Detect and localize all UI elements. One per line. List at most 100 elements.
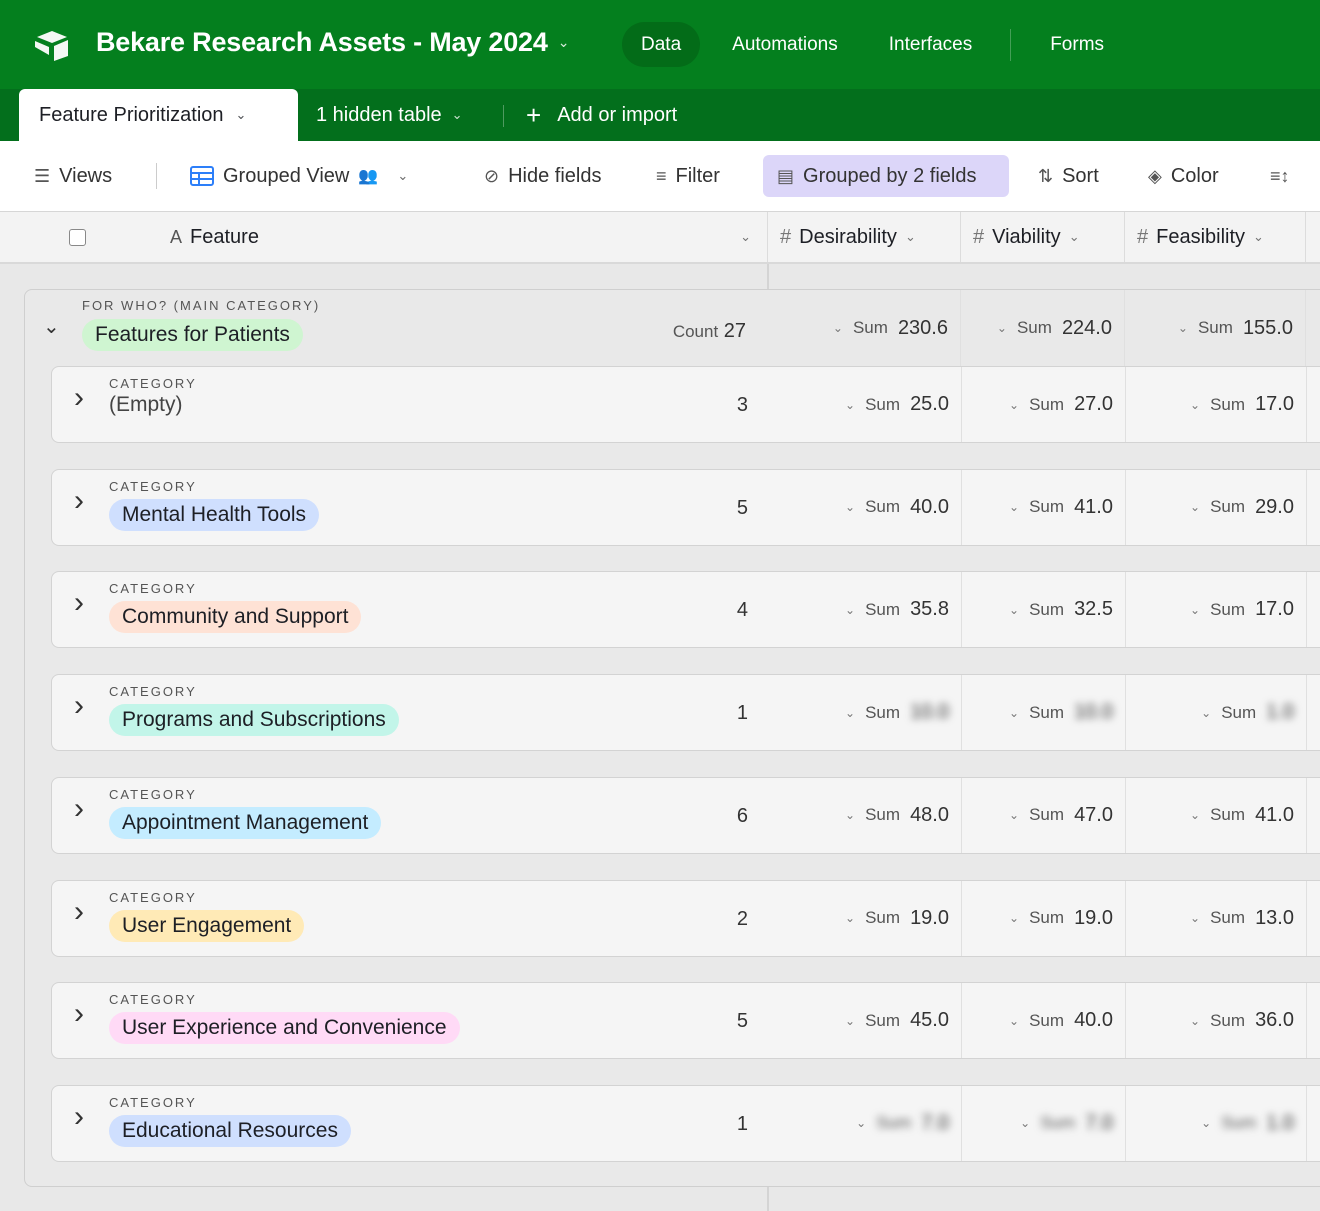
summary-cell-viability[interactable]: ⌄ Sum 47.0 — [962, 777, 1126, 853]
group-button[interactable]: ▤ Grouped by 2 fields — [763, 155, 1009, 197]
subgroup-row[interactable]: › CATEGORY Community and Support 4 ⌄ Sum 35.8 ⌄… — [51, 571, 1320, 649]
summary-label: Sum — [852, 318, 888, 337]
chevron-down-icon: ⌄ — [996, 321, 1007, 335]
group-count: Count 27 — [625, 320, 746, 343]
summary-label: Sum — [1029, 1010, 1065, 1030]
chevron-down-icon: ⌄ — [845, 397, 856, 412]
chevron-down-icon: ⌄ — [1009, 602, 1020, 617]
toolbar-divider — [156, 163, 157, 189]
grid-view-icon — [190, 166, 214, 186]
summary-cell-viability[interactable]: ⌄ Sum 27.0 — [962, 367, 1126, 442]
summary-value: 35.8 — [910, 598, 949, 621]
tab-feature-prioritization[interactable]: Feature Prioritization ⌄ — [19, 89, 298, 141]
subgroup-row[interactable]: › CATEGORY (Empty) 3 ⌄ Sum 25.0 ⌄ Sum 27.0 ⌄ Sum 17.… — [51, 366, 1320, 443]
add-or-import-button[interactable]: + Add or import — [526, 89, 677, 141]
summary-cell-viability[interactable]: ⌄ Sum 32.5 — [962, 572, 1126, 648]
select-all-checkbox[interactable] — [69, 229, 86, 246]
chevron-down-icon: ⌄ — [1020, 1116, 1031, 1131]
summary-value: 32.5 — [1074, 598, 1113, 621]
summary-cell-viability[interactable]: ⌄ Sum 19.0 — [962, 880, 1126, 956]
subgroup-row[interactable]: › CATEGORY User Engagement 2 ⌄ Sum 19.0 ⌄ Sum 19.… — [51, 879, 1320, 957]
summary-cell-desirability[interactable]: ⌄ Sum 45.0 — [769, 983, 962, 1059]
subgroup-summary-cells: ⌄ Sum 35.8 ⌄ Sum 32.5 ⌄ Sum 17.0 — [769, 572, 1320, 648]
summary-cell-viability[interactable]: ⌄ Sum 7.0 — [962, 1085, 1126, 1161]
subgroup-value: Community and Support — [109, 601, 362, 634]
chevron-right-icon[interactable]: › — [74, 997, 84, 1031]
subgroup-value: Educational Resources — [109, 1114, 351, 1147]
summary-label: Sum — [1029, 394, 1065, 414]
chevron-down-icon: ⌄ — [451, 107, 463, 122]
base-title[interactable]: Bekare Research Assets - May 2024 ⌄ — [96, 27, 569, 58]
summary-cell-viability[interactable]: ⌄ Sum 224.0 — [961, 290, 1125, 366]
nav-data[interactable]: Data — [622, 22, 701, 67]
chevron-down-icon: ⌄ — [1190, 500, 1201, 515]
subgroup-count: 4 — [736, 599, 748, 622]
summary-cell-feasibility[interactable]: ⌄ Sum 155.0 — [1125, 290, 1306, 366]
views-button[interactable]: ☰ Views — [20, 155, 126, 197]
column-header-feasibility[interactable]: # Feasibility ⌄ — [1125, 212, 1306, 262]
column-header-desirability[interactable]: # Desirability ⌄ — [768, 212, 961, 262]
subgroup-count: 6 — [736, 804, 748, 827]
summary-cell-desirability[interactable]: ⌄ Sum 19.0 — [769, 880, 962, 956]
subgroup-row[interactable]: › CATEGORY Mental Health Tools 5 ⌄ Sum 40.0 ⌄ Su… — [51, 468, 1320, 546]
group-header[interactable]: ⌄ FOR WHO? (MAIN CATEGORY) Features for … — [25, 290, 1320, 366]
summary-cell-viability[interactable]: ⌄ Sum 40.0 — [962, 983, 1126, 1059]
summary-cell-viability[interactable]: ⌄ Sum 41.0 — [962, 469, 1126, 545]
add-or-import-label: Add or import — [557, 103, 678, 126]
chevron-down-icon: ⌄ — [1190, 397, 1201, 412]
summary-cell-desirability[interactable]: ⌄ Sum 48.0 — [769, 777, 962, 853]
hidden-tables-button[interactable]: 1 hidden table ⌄ — [316, 89, 463, 141]
summary-cell-desirability[interactable]: ⌄ Sum 35.8 — [769, 572, 962, 648]
chevron-right-icon[interactable]: › — [74, 792, 84, 826]
summary-cell-desirability[interactable]: ⌄ Sum 40.0 — [769, 469, 962, 545]
subgroup-count: 5 — [736, 496, 748, 519]
subgroup-row[interactable]: › CATEGORY Programs and Subscriptions 1 ⌄ Sum… — [51, 674, 1320, 752]
sort-button[interactable]: ⇅ Sort — [1024, 155, 1113, 197]
nav-interfaces[interactable]: Interfaces — [870, 22, 991, 67]
summary-cell-desirability[interactable]: ⌄ Sum 7.0 — [769, 1085, 962, 1161]
summary-label: Sum — [865, 702, 901, 722]
chevron-down-icon[interactable]: ⌄ — [43, 314, 60, 339]
view-switcher[interactable]: Grouped View 👥 ⌄ — [176, 155, 422, 197]
chevron-down-icon: ⌄ — [1190, 808, 1201, 823]
chevron-right-icon[interactable]: › — [74, 689, 84, 723]
summary-value: 1.0 — [1266, 701, 1294, 724]
summary-label: Sum — [1016, 318, 1052, 337]
summary-label: Sum — [865, 599, 901, 619]
color-button[interactable]: ◈ Color — [1134, 155, 1233, 197]
category-pill: Mental Health Tools — [109, 498, 320, 531]
row-height-button[interactable]: ≡↕ — [1256, 155, 1304, 197]
summary-cell-feasibility[interactable]: ⌄ Sum 41.0 — [1126, 777, 1307, 853]
summary-cell-desirability[interactable]: ⌄ Sum 25.0 — [769, 367, 962, 442]
summary-cell-feasibility[interactable]: ⌄ Sum 1.0 — [1126, 675, 1307, 751]
summary-label: Sum — [1029, 908, 1065, 927]
summary-cell-feasibility[interactable]: ⌄ Sum 17.0 — [1126, 572, 1307, 648]
nav-automations[interactable]: Automations — [713, 22, 857, 67]
summary-cell-feasibility[interactable]: ⌄ Sum 13.0 — [1126, 880, 1307, 956]
chevron-down-icon: ⌄ — [845, 1013, 856, 1028]
summary-cell-viability[interactable]: ⌄ Sum 10.0 — [962, 675, 1126, 751]
column-header-viability[interactable]: # Viability ⌄ — [961, 212, 1125, 262]
chevron-right-icon[interactable]: › — [74, 484, 84, 518]
chevron-right-icon[interactable]: › — [74, 586, 84, 620]
filter-icon: ≡ — [656, 165, 667, 186]
chevron-right-icon[interactable]: › — [74, 381, 84, 415]
chevron-right-icon[interactable]: › — [74, 895, 84, 929]
filter-button[interactable]: ≡ Filter — [642, 155, 734, 197]
summary-cell-feasibility[interactable]: ⌄ Sum 17.0 — [1126, 367, 1307, 442]
subgroup-value: User Experience and Convenience — [109, 1012, 460, 1045]
nav-forms[interactable]: Forms — [1031, 22, 1123, 67]
subgroup-row[interactable]: › CATEGORY Educational Resources 1 ⌄ Sum 7.0 ⌄ S… — [51, 1084, 1320, 1162]
airtable-logo-icon[interactable] — [32, 28, 72, 62]
chevron-down-icon: ⌄ — [1009, 1013, 1020, 1028]
column-header-feature[interactable]: A Feature ⌄ — [170, 212, 768, 262]
subgroup-row[interactable]: › CATEGORY User Experience and Convenience… — [51, 982, 1320, 1060]
hide-fields-button[interactable]: ⊘ Hide fields — [470, 155, 615, 197]
summary-cell-desirability[interactable]: ⌄ Sum 230.6 — [768, 290, 961, 366]
summary-cell-feasibility[interactable]: ⌄ Sum 36.0 — [1126, 983, 1307, 1059]
summary-cell-feasibility[interactable]: ⌄ Sum 29.0 — [1126, 469, 1307, 545]
summary-cell-desirability[interactable]: ⌄ Sum 10.0 — [769, 675, 962, 751]
summary-cell-feasibility[interactable]: ⌄ Sum 1.0 — [1126, 1085, 1307, 1161]
chevron-right-icon[interactable]: › — [74, 1100, 84, 1134]
subgroup-row[interactable]: › CATEGORY Appointment Management 6 ⌄ Sum 48.0… — [51, 776, 1320, 854]
